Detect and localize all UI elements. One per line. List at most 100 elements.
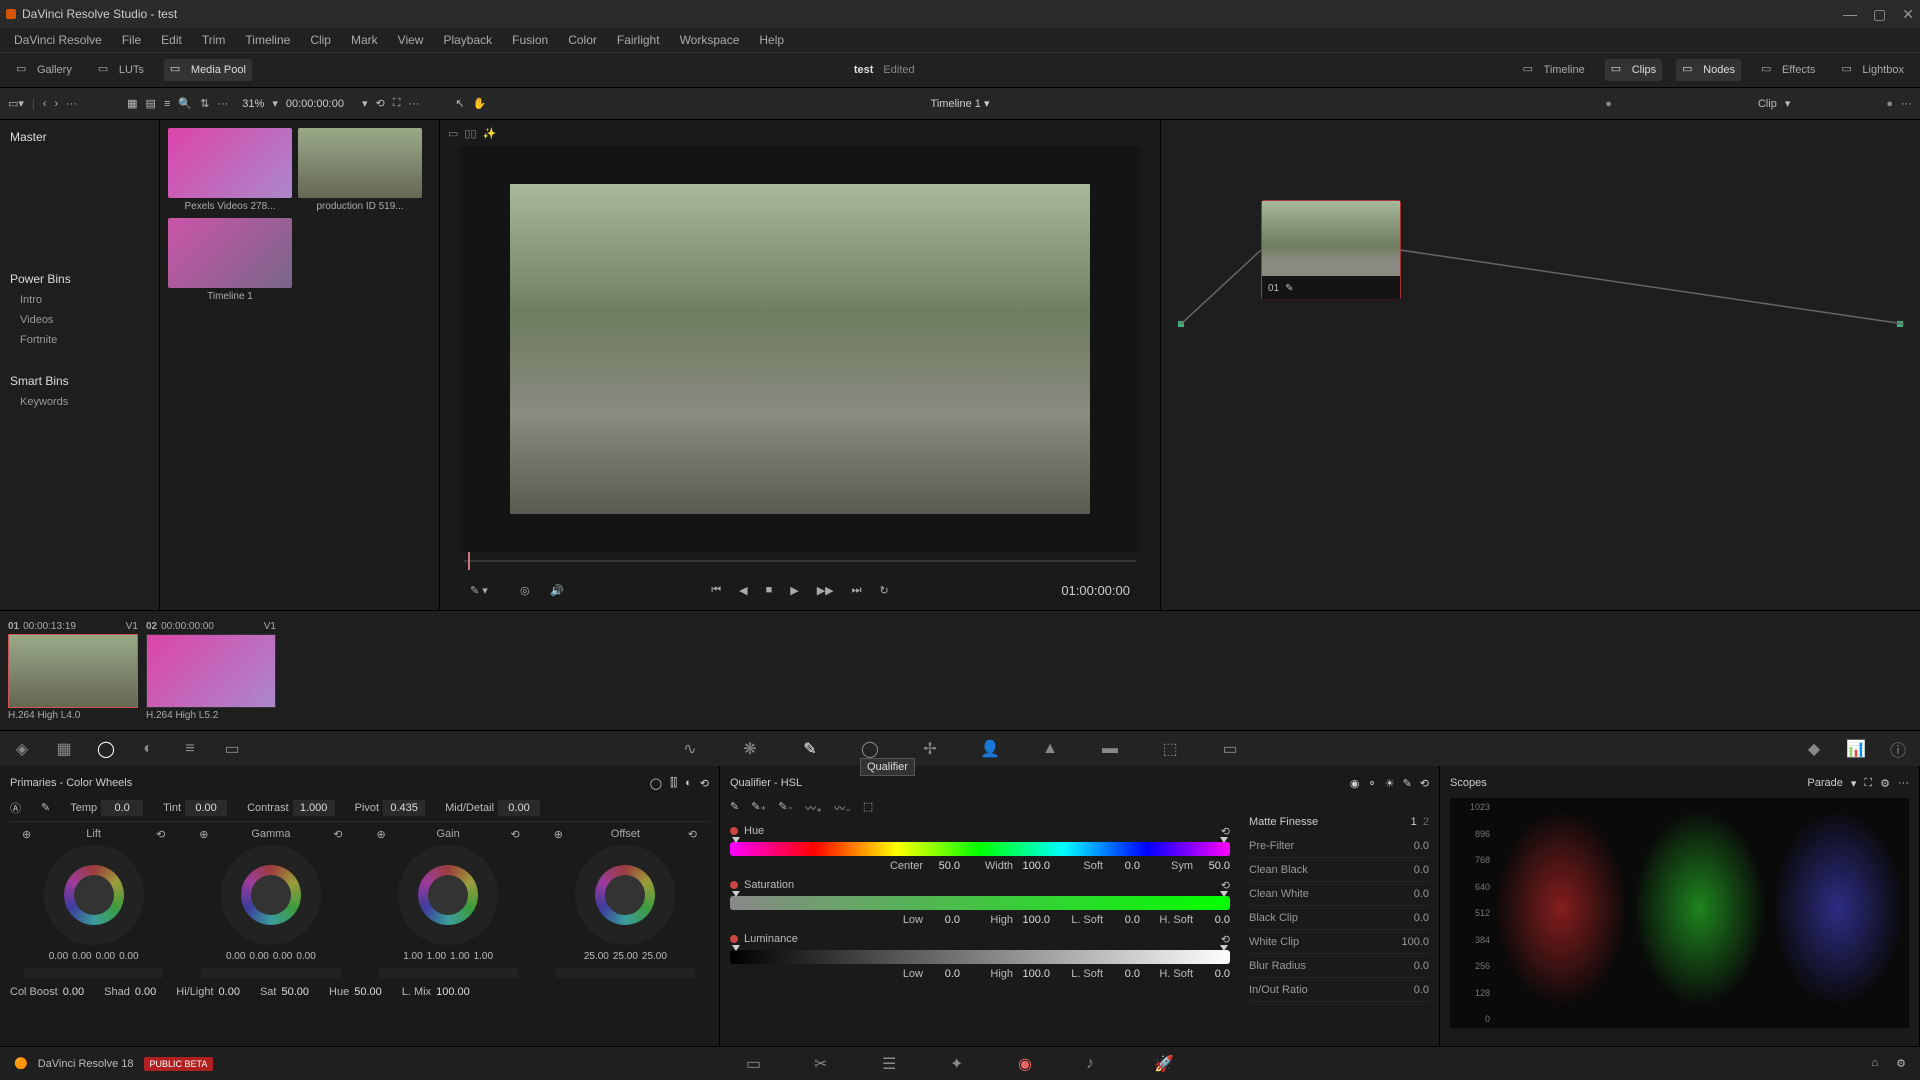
- finesse-clean-black[interactable]: 0.0: [1414, 864, 1429, 876]
- wheel-offset-control[interactable]: [575, 845, 675, 945]
- rgb-mixer-icon[interactable]: ≡: [178, 737, 202, 761]
- zoom-chevron-icon[interactable]: ▾: [272, 97, 278, 110]
- finesse-blur-radius[interactable]: 0.0: [1414, 960, 1429, 972]
- edit-page-icon[interactable]: ☰: [882, 1054, 902, 1074]
- wheel-picker-icon[interactable]: ⊕: [22, 828, 31, 841]
- menu-view[interactable]: View: [390, 31, 432, 49]
- zoom-level[interactable]: 31%: [242, 98, 264, 110]
- color-wheels-icon[interactable]: ◯: [94, 737, 118, 761]
- sat-low[interactable]: 0.0: [926, 914, 960, 926]
- bin-videos[interactable]: Videos: [0, 310, 159, 330]
- wheel-reset-icon[interactable]: ⟲: [333, 828, 342, 841]
- node-01[interactable]: 01✎: [1261, 200, 1401, 300]
- keyframe-icon[interactable]: ◆: [1802, 737, 1826, 761]
- viewer-scrubber[interactable]: [464, 552, 1136, 570]
- menu-timeline[interactable]: Timeline: [237, 31, 298, 49]
- global-tint[interactable]: [185, 800, 227, 816]
- highlight-icon[interactable]: ▭: [448, 127, 458, 140]
- color-match-icon[interactable]: ▦: [52, 737, 76, 761]
- hue-center[interactable]: 50.0: [926, 860, 960, 872]
- finesse-white-clip[interactable]: 100.0: [1401, 936, 1429, 948]
- sort-icon[interactable]: ⇅: [200, 97, 209, 110]
- 3d-icon[interactable]: ▭: [1218, 737, 1242, 761]
- menu-file[interactable]: File: [114, 31, 149, 49]
- media-thumb[interactable]: Timeline 1: [168, 218, 292, 302]
- project-settings-icon[interactable]: ⚙: [1896, 1057, 1906, 1070]
- bars-mode-icon[interactable]: ⫿⫿: [670, 777, 677, 790]
- reset-primaries-icon[interactable]: ⟲: [700, 777, 709, 790]
- grid-small-icon[interactable]: ▦: [127, 97, 137, 110]
- menu-color[interactable]: Color: [560, 31, 605, 49]
- tab-gallery[interactable]: ▭Gallery: [10, 59, 78, 81]
- auto-balance-icon[interactable]: Ⓐ: [10, 800, 21, 816]
- menu-fusion[interactable]: Fusion: [504, 31, 556, 49]
- lum-low[interactable]: 0.0: [926, 968, 960, 980]
- cut-page-icon[interactable]: ✂: [814, 1054, 834, 1074]
- more2-icon[interactable]: ···: [217, 98, 228, 110]
- smart-bins-header[interactable]: Smart Bins: [0, 370, 159, 392]
- smartbin-keywords[interactable]: Keywords: [0, 392, 159, 412]
- more-icon[interactable]: ···: [66, 98, 77, 110]
- mute-icon[interactable]: 🔊: [550, 584, 564, 597]
- fairlight-page-icon[interactable]: ♪: [1086, 1054, 1106, 1074]
- picker-icon[interactable]: ✎ ▾: [470, 584, 488, 597]
- node-canvas[interactable]: 01✎: [1161, 120, 1920, 570]
- stills-menu-icon[interactable]: ▭▾: [8, 97, 24, 110]
- blur-icon[interactable]: ▲: [1038, 737, 1062, 761]
- curves-icon[interactable]: ∿: [678, 737, 702, 761]
- hand-icon[interactable]: ✋: [473, 97, 487, 110]
- media-thumb[interactable]: Pexels Videos 278...: [168, 128, 292, 212]
- power-bins-header[interactable]: Power Bins: [0, 268, 159, 290]
- node-input[interactable]: [1177, 320, 1185, 328]
- sat-hsoft[interactable]: 0.0: [1196, 914, 1230, 926]
- clip-thumb-02[interactable]: 02 00:00:00:00 V1H.264 High L5.2: [146, 621, 276, 721]
- fusion-page-icon[interactable]: ✦: [950, 1054, 970, 1074]
- menu-edit[interactable]: Edit: [153, 31, 190, 49]
- bin-fortnite[interactable]: Fortnite: [0, 330, 159, 350]
- finesse-clean-white[interactable]: 0.0: [1414, 888, 1429, 900]
- 3d-mode-icon[interactable]: ✎: [1403, 777, 1412, 790]
- hue-width[interactable]: 100.0: [1016, 860, 1050, 872]
- hue-soft[interactable]: 0.0: [1106, 860, 1140, 872]
- sat-reset-icon[interactable]: ⟲: [1221, 879, 1230, 892]
- color-page-icon[interactable]: ◉: [1018, 1054, 1038, 1074]
- next-frame-icon[interactable]: ▶▶: [817, 584, 834, 597]
- wheel-lift-master[interactable]: [24, 968, 163, 978]
- menu-clip[interactable]: Clip: [302, 31, 339, 49]
- global-temp[interactable]: [101, 800, 143, 816]
- maximize-button[interactable]: ▢: [1873, 6, 1886, 23]
- qualifier-icon[interactable]: ✎: [798, 737, 822, 761]
- clip-thumb-01[interactable]: 01 00:00:13:19 V1H.264 High L4.0: [8, 621, 138, 721]
- hdr-icon[interactable]: ◐: [136, 737, 160, 761]
- sat-high[interactable]: 100.0: [1016, 914, 1050, 926]
- tab-nodes[interactable]: ▭Nodes: [1676, 59, 1741, 81]
- log-mode-icon[interactable]: ◐: [685, 777, 692, 789]
- wheel-reset-icon[interactable]: ⟲: [511, 828, 520, 841]
- global-pivot[interactable]: [383, 800, 425, 816]
- finesse-pre-filter[interactable]: 0.0: [1414, 840, 1429, 852]
- menu-davinci-resolve[interactable]: DaVinci Resolve: [6, 31, 110, 49]
- scopes-more-icon[interactable]: ···: [1898, 777, 1909, 789]
- lum-gradient[interactable]: [730, 950, 1230, 964]
- scopes-expand-icon[interactable]: ⛶: [1864, 777, 1872, 790]
- adj-sat[interactable]: 50.00: [281, 986, 309, 998]
- finesse-in-out-ratio[interactable]: 0.0: [1414, 984, 1429, 996]
- adj-hue[interactable]: 50.00: [354, 986, 382, 998]
- search-icon[interactable]: 🔍: [178, 97, 192, 110]
- info-icon[interactable]: ⓘ: [1886, 737, 1910, 761]
- warper-icon[interactable]: ❋: [738, 737, 762, 761]
- last-frame-icon[interactable]: ⏭: [852, 584, 862, 597]
- sat-gradient[interactable]: [730, 896, 1230, 910]
- viewer-timecode[interactable]: 00:00:00:00: [286, 98, 344, 110]
- prev-frame-icon[interactable]: ◀: [739, 584, 747, 597]
- minimize-button[interactable]: —: [1843, 6, 1857, 23]
- lum-reset-icon[interactable]: ⟲: [1221, 933, 1230, 946]
- node-output[interactable]: [1896, 320, 1904, 328]
- menu-help[interactable]: Help: [751, 31, 792, 49]
- scopes-toggle-icon[interactable]: 📊: [1844, 737, 1868, 761]
- wheel-reset-icon[interactable]: ⟲: [156, 828, 165, 841]
- master-bin[interactable]: Master: [0, 126, 159, 148]
- picker-eyedrop-icon[interactable]: ✎: [730, 800, 739, 816]
- finesse-p2[interactable]: 2: [1423, 816, 1429, 828]
- timeline-chevron-icon[interactable]: ▾: [984, 98, 990, 110]
